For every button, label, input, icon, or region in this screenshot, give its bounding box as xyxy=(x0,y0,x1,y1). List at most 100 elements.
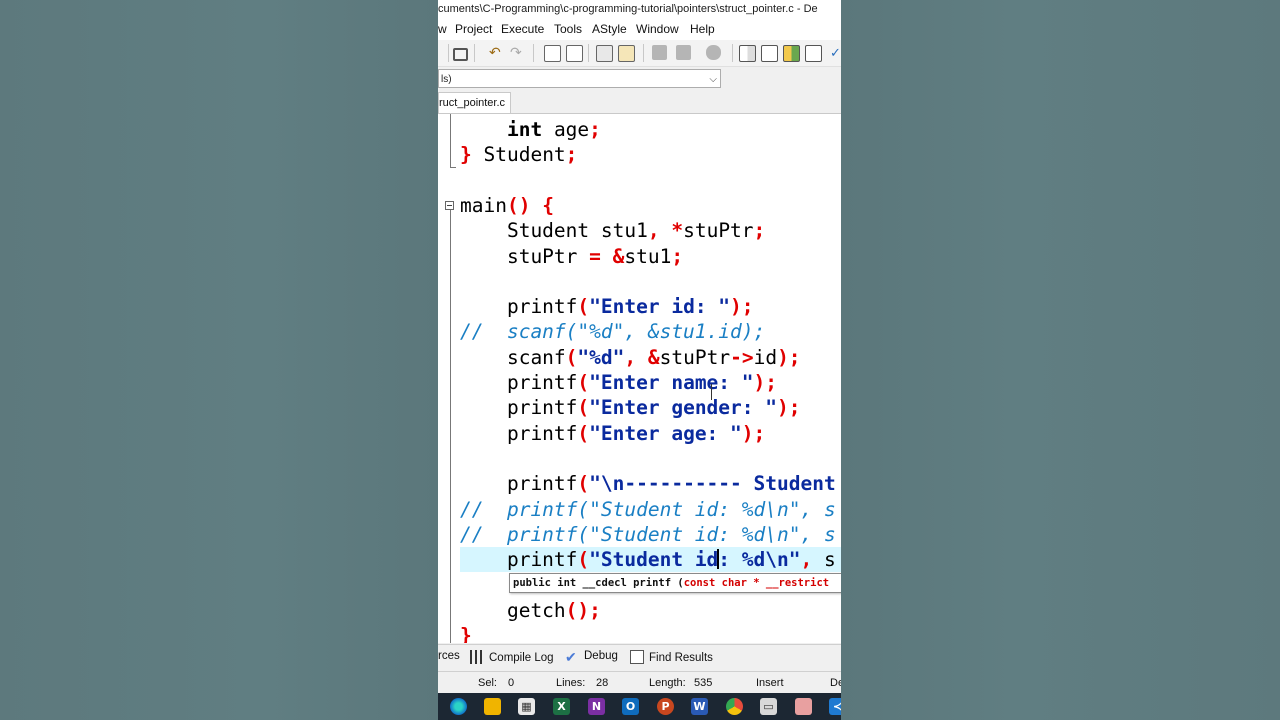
tab-resources[interactable]: rces xyxy=(438,650,460,662)
file-explorer-icon[interactable] xyxy=(484,698,501,715)
code-token: ( xyxy=(577,295,590,319)
class-combo-value: ls) xyxy=(441,74,452,85)
menu-execute[interactable]: Execute xyxy=(501,22,544,36)
class-combo[interactable]: ls) ⌵ xyxy=(438,69,721,88)
code-token: ; xyxy=(565,143,578,167)
bookmark-icon[interactable] xyxy=(618,45,635,62)
word-icon[interactable]: W xyxy=(691,698,708,715)
taskbar: ▦ X N O P W ▭ ≺ xyxy=(438,693,841,720)
menu-project[interactable]: Project xyxy=(455,22,492,36)
find-icon[interactable] xyxy=(544,45,561,62)
debug-icon[interactable] xyxy=(706,45,721,60)
menu-view[interactable]: w xyxy=(438,22,447,36)
cascade-icon[interactable] xyxy=(805,45,822,62)
undo-icon[interactable]: ↶ xyxy=(489,45,504,60)
status-sel-value: 0 xyxy=(508,677,515,689)
code-token: scanf xyxy=(460,345,566,369)
tab-compile-log[interactable]: Compile Log xyxy=(470,650,554,664)
code-line: scanf("%d", &stuPtr->id); xyxy=(460,345,801,370)
code-token: (); xyxy=(565,598,601,622)
tab-debug-label: Debug xyxy=(584,650,618,662)
tiles-icon[interactable] xyxy=(783,45,800,62)
code-token: ); xyxy=(777,396,801,420)
code-token: id xyxy=(753,345,778,369)
menu-tools[interactable]: Tools xyxy=(554,22,582,36)
fold-collapse-icon[interactable] xyxy=(445,201,454,210)
find-results-icon xyxy=(630,650,644,664)
window-icon[interactable] xyxy=(761,45,778,62)
redo-icon[interactable]: ↷ xyxy=(510,45,525,60)
code-line: printf("Student id: %d\n", s xyxy=(460,547,836,572)
code-token: , xyxy=(624,345,637,369)
print-icon[interactable] xyxy=(453,48,468,61)
code-token: ( xyxy=(577,548,590,572)
menu-bar: w Project Execute Tools AStyle Window He… xyxy=(438,19,841,40)
replace-icon[interactable] xyxy=(566,45,583,62)
compile-icon[interactable] xyxy=(652,45,667,60)
code-token: "Enter age: " xyxy=(589,421,742,445)
code-token: = xyxy=(589,244,601,268)
code-line: // scanf("%d", &stu1.id); xyxy=(460,319,765,344)
code-token: Student stu1 xyxy=(460,219,648,243)
code-token: , xyxy=(647,219,660,243)
paint-icon[interactable] xyxy=(795,698,812,715)
code-token: "\n---------- Student xyxy=(589,472,836,496)
code-token: ); xyxy=(753,371,778,394)
code-token: "Student id xyxy=(589,548,719,572)
code-token: printf xyxy=(460,295,578,319)
code-token: // printf("Student id: %d\n", s xyxy=(460,497,836,521)
outlook-icon[interactable]: O xyxy=(622,698,639,715)
code-line: int age; xyxy=(460,117,601,142)
code-token: ; xyxy=(671,244,684,268)
vscode-icon[interactable]: ≺ xyxy=(829,698,841,715)
chrome-icon[interactable] xyxy=(726,698,743,715)
code-editor[interactable]: int age;} Student; main() { Student stu1,… xyxy=(438,114,841,643)
status-mode: Insert xyxy=(756,677,784,689)
tab-debug[interactable]: ✔ Debug xyxy=(565,650,618,664)
code-token: stuPtr xyxy=(683,219,754,243)
code-line: printf("Enter gender: "); xyxy=(460,395,801,420)
code-token: * xyxy=(671,219,684,243)
onenote-icon[interactable]: N xyxy=(588,698,605,715)
windows-icon[interactable] xyxy=(450,698,467,715)
code-token: ; xyxy=(589,118,601,141)
goto-icon[interactable] xyxy=(596,45,613,62)
code-token: , xyxy=(800,548,813,572)
status-extra: De xyxy=(830,677,841,689)
menu-astyle[interactable]: AStyle xyxy=(592,22,627,36)
class-browser-row: ls) ⌵ xyxy=(438,67,841,91)
powerpoint-icon[interactable]: P xyxy=(657,698,674,715)
run-icon[interactable] xyxy=(676,45,691,60)
code-token: printf xyxy=(460,548,578,572)
code-line: } xyxy=(460,623,472,643)
code-token: "Enter gender: " xyxy=(589,396,777,420)
tab-struct-pointer[interactable]: ruct_pointer.c xyxy=(438,92,511,113)
code-line: // printf("Student id: %d\n", s xyxy=(460,522,836,547)
code-token: printf xyxy=(460,396,578,420)
toolbar-separator xyxy=(588,44,589,62)
chevron-down-icon[interactable]: ⌵ xyxy=(709,70,717,89)
code-line: printf("Enter name: "); xyxy=(460,370,777,395)
code-token: () xyxy=(506,193,531,217)
layout-grid-icon[interactable] xyxy=(739,45,756,62)
computer-icon[interactable]: ▭ xyxy=(760,698,777,715)
code-token: int xyxy=(506,118,543,141)
tab-find-results[interactable]: Find Results xyxy=(630,650,713,664)
toolbar: ↶ ↷ ✓ xyxy=(438,40,841,67)
toolbar-separator xyxy=(732,44,733,62)
store-icon[interactable]: ▦ xyxy=(518,698,535,715)
tab-find-results-label: Find Results xyxy=(649,652,713,664)
left-background xyxy=(0,0,438,720)
code-token: : %d\n" xyxy=(718,548,801,572)
code-line: Student stu1, *stuPtr; xyxy=(460,218,765,243)
menu-help[interactable]: Help xyxy=(690,22,715,36)
check-icon[interactable]: ✓ xyxy=(830,45,841,60)
code-token: ( xyxy=(577,371,590,394)
code-token: Student xyxy=(471,143,566,167)
code-token: stu1 xyxy=(624,244,672,268)
menu-window[interactable]: Window xyxy=(636,22,679,36)
excel-icon[interactable]: X xyxy=(553,698,570,715)
